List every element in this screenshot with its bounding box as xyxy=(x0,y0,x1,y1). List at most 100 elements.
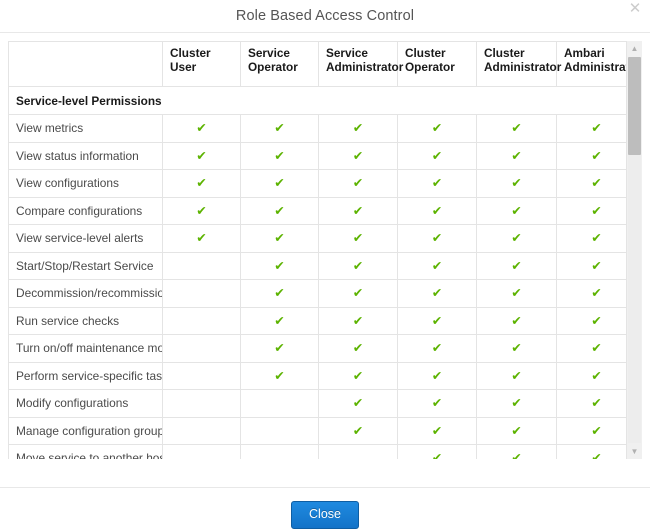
check-icon: ✔ xyxy=(591,147,602,163)
check-icon: ✔ xyxy=(352,120,364,136)
scrollbar-thumb[interactable] xyxy=(628,57,641,155)
permission-granted-cell: ✔ xyxy=(240,114,319,143)
permission-granted-cell: ✔ xyxy=(556,306,626,335)
column-header-service-administrator: Service Administrator xyxy=(318,41,403,87)
permission-granted-cell: ✔ xyxy=(476,196,557,225)
table-row: View configurations ✔ ✔ ✔ ✔ ✔ ✔ xyxy=(8,169,626,198)
table-row: Turn on/off maintenance mode ✔ ✔ ✔ ✔ ✔ xyxy=(8,334,626,363)
check-icon: ✔ xyxy=(591,367,602,383)
column-header-cluster-administrator: Cluster Administrator xyxy=(476,41,561,87)
permission-granted-cell: ✔ xyxy=(318,416,398,445)
permission-empty-cell xyxy=(162,334,241,363)
permission-label: View service-level alerts xyxy=(8,224,163,253)
column-header-blank xyxy=(8,41,163,87)
permission-granted-cell: ✔ xyxy=(240,251,319,280)
permission-granted-cell: ✔ xyxy=(556,114,626,143)
permission-label: View status information xyxy=(8,141,163,170)
check-icon: ✔ xyxy=(352,230,364,246)
check-icon: ✔ xyxy=(274,175,285,191)
check-icon: ✔ xyxy=(431,147,443,163)
permission-granted-cell: ✔ xyxy=(397,114,477,143)
permission-label: View metrics xyxy=(8,114,163,143)
table-header-row: Cluster User Service Operator Service Ad… xyxy=(8,41,626,87)
check-icon: ✔ xyxy=(352,367,364,383)
table-scrollport: Cluster User Service Operator Service Ad… xyxy=(8,41,626,459)
permission-granted-cell: ✔ xyxy=(476,361,557,390)
permission-label: View configurations xyxy=(8,169,163,198)
check-icon: ✔ xyxy=(352,175,364,191)
check-icon: ✔ xyxy=(431,395,443,411)
permission-granted-cell: ✔ xyxy=(318,306,398,335)
check-icon: ✔ xyxy=(196,147,207,163)
check-icon: ✔ xyxy=(511,340,522,356)
permission-granted-cell: ✔ xyxy=(397,416,477,445)
table-head: Cluster User Service Operator Service Ad… xyxy=(8,41,626,87)
check-icon: ✔ xyxy=(591,450,602,459)
check-icon: ✔ xyxy=(511,202,522,218)
table-row: Start/Stop/Restart Service ✔ ✔ ✔ ✔ ✔ xyxy=(8,251,626,280)
chevron-up-icon[interactable]: ▲ xyxy=(627,41,642,56)
section-header-row: Service-level Permissions xyxy=(8,86,626,115)
permission-granted-cell: ✔ xyxy=(556,389,626,418)
chevron-down-icon[interactable]: ▼ xyxy=(627,444,642,459)
close-icon[interactable]: ✕ xyxy=(628,1,642,16)
check-icon: ✔ xyxy=(274,312,285,328)
permission-granted-cell: ✔ xyxy=(318,279,398,308)
permission-granted-cell: ✔ xyxy=(476,141,557,170)
column-header-cluster-user: Cluster User xyxy=(162,41,241,87)
permission-granted-cell: ✔ xyxy=(318,196,398,225)
check-icon: ✔ xyxy=(352,422,364,438)
check-icon: ✔ xyxy=(431,230,443,246)
table-row: View service-level alerts ✔ ✔ ✔ ✔ ✔ ✔ xyxy=(8,224,626,253)
permission-empty-cell xyxy=(162,416,241,445)
permission-label: Move service to another host xyxy=(8,444,163,459)
table-vertical-scrollbar[interactable]: ▲ ▼ xyxy=(626,41,642,459)
check-icon: ✔ xyxy=(352,257,364,273)
close-button[interactable]: Close xyxy=(291,500,359,529)
permission-empty-cell xyxy=(162,251,241,280)
check-icon: ✔ xyxy=(352,340,364,356)
check-icon: ✔ xyxy=(591,312,602,328)
check-icon: ✔ xyxy=(511,147,522,163)
permission-granted-cell: ✔ xyxy=(162,169,241,198)
check-icon: ✔ xyxy=(431,285,443,301)
permission-granted-cell: ✔ xyxy=(397,279,477,308)
check-icon: ✔ xyxy=(431,422,443,438)
check-icon: ✔ xyxy=(196,120,207,136)
check-icon: ✔ xyxy=(511,230,522,246)
column-header-cluster-operator: Cluster Operator xyxy=(397,41,477,87)
check-icon: ✔ xyxy=(591,202,602,218)
permission-granted-cell: ✔ xyxy=(318,114,398,143)
permission-granted-cell: ✔ xyxy=(318,334,398,363)
check-icon: ✔ xyxy=(352,312,364,328)
permission-granted-cell: ✔ xyxy=(318,141,398,170)
check-icon: ✔ xyxy=(431,367,443,383)
check-icon: ✔ xyxy=(274,230,285,246)
permission-granted-cell: ✔ xyxy=(556,141,626,170)
permission-granted-cell: ✔ xyxy=(162,196,241,225)
table-row: Manage configuration groups ✔ ✔ ✔ ✔ xyxy=(8,416,626,445)
permission-granted-cell: ✔ xyxy=(397,306,477,335)
check-icon: ✔ xyxy=(274,202,285,218)
permission-granted-cell: ✔ xyxy=(162,224,241,253)
permission-granted-cell: ✔ xyxy=(556,196,626,225)
permission-granted-cell: ✔ xyxy=(556,416,626,445)
modal-header: Role Based Access Control ✕ xyxy=(0,0,650,33)
permission-granted-cell: ✔ xyxy=(397,334,477,363)
permission-granted-cell: ✔ xyxy=(240,169,319,198)
check-icon: ✔ xyxy=(431,202,443,218)
permission-granted-cell: ✔ xyxy=(397,224,477,253)
check-icon: ✔ xyxy=(431,257,443,273)
permission-granted-cell: ✔ xyxy=(318,224,398,253)
permission-empty-cell xyxy=(240,389,319,418)
check-icon: ✔ xyxy=(511,257,522,273)
check-icon: ✔ xyxy=(352,147,364,163)
check-icon: ✔ xyxy=(511,395,522,411)
permission-label: Run service checks xyxy=(8,306,163,335)
permission-granted-cell: ✔ xyxy=(476,114,557,143)
permission-granted-cell: ✔ xyxy=(318,389,398,418)
permission-empty-cell xyxy=(162,389,241,418)
check-icon: ✔ xyxy=(431,120,443,136)
permission-empty-cell xyxy=(240,444,319,459)
permission-empty-cell xyxy=(240,416,319,445)
